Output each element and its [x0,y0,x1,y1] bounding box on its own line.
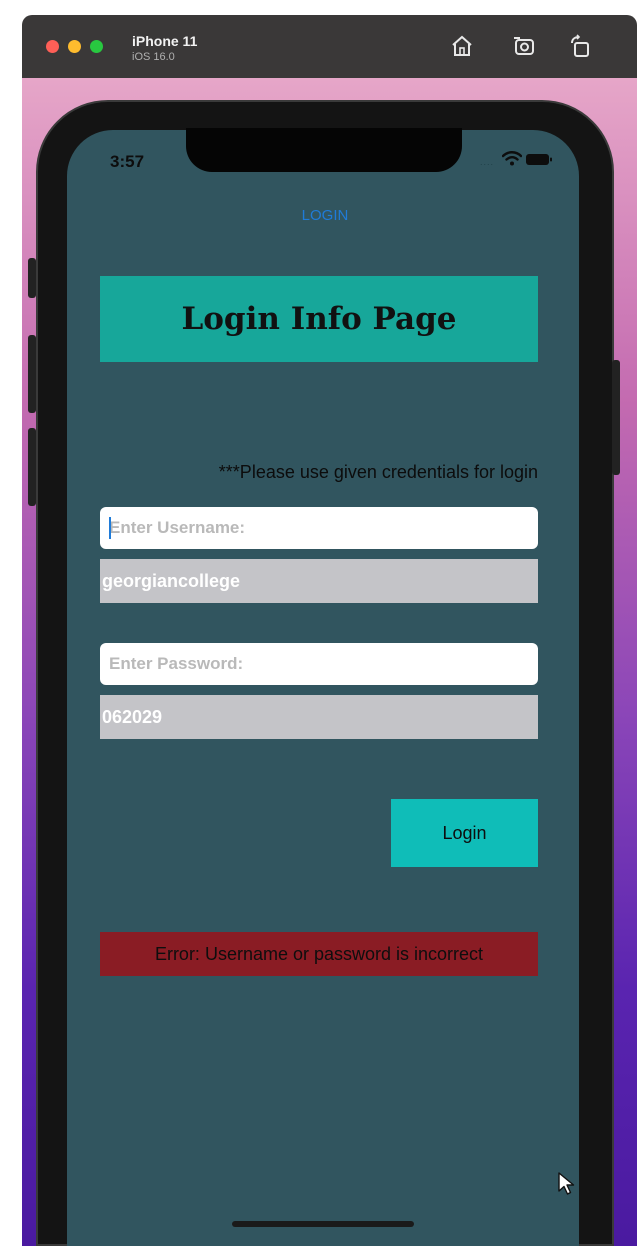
home-icon[interactable] [450,34,474,58]
rotate-icon[interactable] [568,34,592,58]
battery-icon [526,154,552,165]
username-input[interactable] [100,507,538,549]
error-message: Error: Username or password is incorrect [100,932,538,976]
close-window-button[interactable] [46,40,59,53]
password-hint: 062029 [100,695,538,739]
text-cursor [109,517,111,539]
page-header: Login Info Page [100,276,538,362]
volume-down-button [28,428,36,506]
cellular-signal: .... [480,157,495,167]
device-name: iPhone 11 [132,33,198,49]
mute-switch [28,258,36,298]
wifi-icon [502,151,522,166]
zoom-window-button[interactable] [90,40,103,53]
nav-bar-title: LOGIN [301,207,349,224]
device-notch [186,128,462,172]
minimize-window-button[interactable] [68,40,81,53]
login-button[interactable]: Login [391,799,538,867]
username-hint: georgiancollege [100,559,538,603]
password-input[interactable] [100,643,538,685]
credentials-notice: ***Please use given credentials for logi… [218,462,538,482]
simulator-title-bar [22,15,637,78]
volume-up-button [28,335,36,413]
screenshot-icon[interactable] [512,34,536,58]
home-indicator[interactable] [232,1221,414,1227]
device-os-version: iOS 16.0 [132,51,175,63]
page-title: Login Info Page [181,301,457,337]
status-time: 3:57 [110,152,145,171]
power-button [612,360,620,475]
mouse-pointer-icon [558,1172,575,1195]
